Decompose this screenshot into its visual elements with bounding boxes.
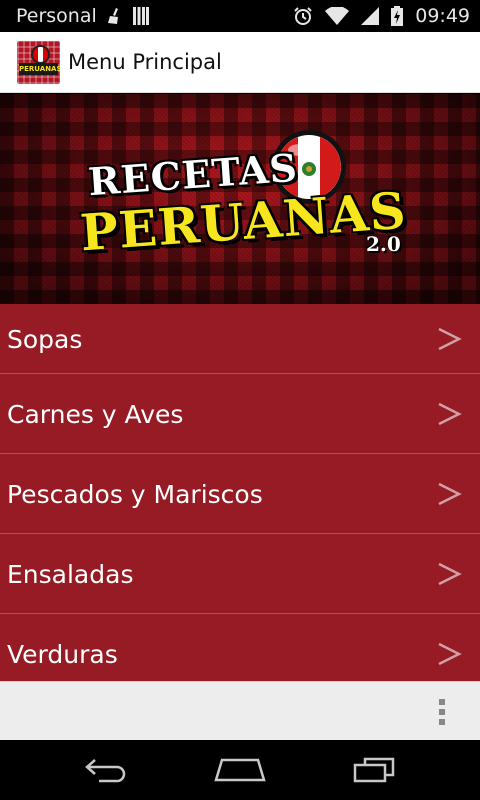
network-signal-icon [361,7,380,25]
app-logo-icon[interactable]: PERUANAS [17,40,60,84]
back-icon [85,759,126,783]
home-icon [214,758,266,782]
broom-icon [107,7,123,25]
options-bar [0,681,480,741]
chevron-right-icon [438,327,462,350]
chevron-right-icon [438,642,462,665]
chevron-right-icon [438,402,462,425]
menu-item-pescados-y-mariscos[interactable]: Pescados y Mariscos [0,454,480,534]
chevron-right-icon [438,482,462,505]
recent-apps-icon [353,757,395,783]
menu-item-label: Pescados y Mariscos [7,480,263,509]
page-title: Menu Principal [68,50,222,74]
menu-item-label: Verduras [7,640,118,669]
alarm-icon [293,6,313,26]
action-bar: PERUANAS Menu Principal [0,32,480,93]
menu-item-sopas[interactable]: Sopas [0,304,480,374]
header-banner: RECETAS PERUANAS 2.0 [0,94,480,304]
app-logo-text: PERUANAS [19,62,60,75]
menu-item-label: Carnes y Aves [7,400,184,429]
system-nav-bar [0,740,480,800]
battery-charging-icon [391,6,404,26]
banner-logo: RECETAS PERUANAS 2.0 [0,94,480,304]
wifi-icon [325,7,350,25]
menu-item-ensaladas[interactable]: Ensaladas [0,534,480,614]
back-button[interactable] [76,750,136,790]
category-menu: Sopas Carnes y Aves Pescados y Mariscos … [0,304,480,681]
signal-bars-icon [132,7,149,25]
menu-item-label: Ensaladas [7,560,134,589]
overflow-menu-icon[interactable] [438,699,446,725]
clock-time: 09:49 [415,5,470,27]
carrier-name: Personal [16,5,97,27]
menu-item-verduras[interactable]: Verduras [0,614,480,681]
recent-apps-button[interactable] [344,750,404,790]
status-bar: Personal 09:49 [0,0,480,32]
home-button[interactable] [210,750,270,790]
menu-item-label: Sopas [7,325,83,354]
menu-item-carnes-y-aves[interactable]: Carnes y Aves [0,374,480,454]
banner-version: 2.0 [366,232,401,256]
chevron-right-icon [438,562,462,585]
